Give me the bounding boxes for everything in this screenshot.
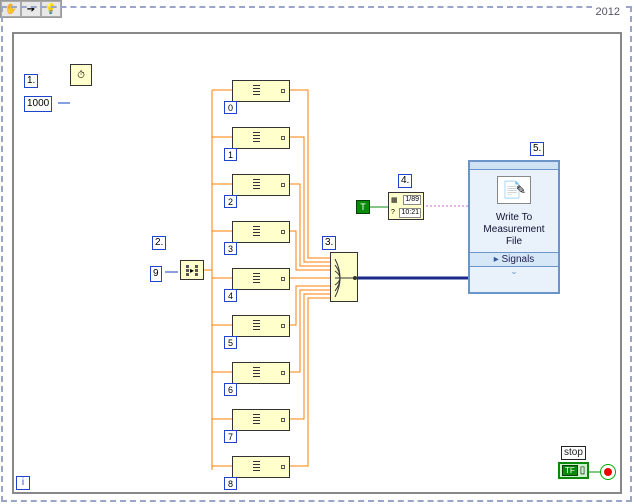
stop-label: stop: [561, 446, 586, 460]
output-terminal: [281, 371, 285, 375]
output-terminal: [281, 277, 285, 281]
index-4[interactable]: 4: [224, 289, 237, 302]
wait-ms-vi[interactable]: ⏱: [70, 64, 92, 86]
index-8[interactable]: 8: [224, 477, 237, 490]
write-file-icon: 📄✎: [497, 176, 531, 204]
output-terminal: [281, 136, 285, 140]
vi-header-bar: [470, 162, 558, 170]
q-icon: ?: [391, 209, 395, 216]
callout-5: 5.: [530, 142, 544, 156]
loop-iteration-terminal: i: [16, 476, 30, 490]
index-array-0[interactable]: [232, 80, 290, 102]
input-arrow-icon: ▸: [494, 254, 499, 265]
output-terminal: [281, 465, 285, 469]
stop-boolean-control[interactable]: TF ▯: [558, 462, 589, 479]
index-array-3[interactable]: [232, 221, 290, 243]
vi-title-line2: Measurement: [472, 224, 556, 236]
stop-tf-indicator: TF: [562, 465, 578, 476]
write-measurement-file-vi[interactable]: 📄✎ Write To Measurement File ▸ Signals ⌄: [468, 160, 560, 294]
callout-4: 4.: [398, 174, 412, 188]
wait-ms-constant[interactable]: 1000: [24, 96, 52, 112]
index-array-5[interactable]: [232, 315, 290, 337]
index-3[interactable]: 3: [224, 242, 237, 255]
build-array-vi[interactable]: ▸: [180, 260, 204, 280]
index-array-6[interactable]: [232, 362, 290, 384]
loop-stop-terminal[interactable]: [600, 464, 616, 480]
array-icon: [253, 132, 260, 142]
index-2[interactable]: 2: [224, 195, 237, 208]
array-icon: [253, 320, 260, 330]
clock-icon: ⏱: [77, 70, 85, 81]
index-array-2[interactable]: [232, 174, 290, 196]
merge-icon: [331, 253, 359, 303]
array-size-constant[interactable]: 9: [150, 266, 162, 282]
index-array-1[interactable]: [232, 127, 290, 149]
expand-chevron[interactable]: ⌄: [470, 267, 558, 275]
boolean-true-constant[interactable]: T: [356, 200, 370, 214]
index-5[interactable]: 5: [224, 336, 237, 349]
index-array-7[interactable]: [232, 409, 290, 431]
vi-title: Write To Measurement File: [470, 210, 558, 252]
switch-icon: ▯: [580, 465, 586, 476]
array-icon: [253, 85, 260, 95]
output-terminal: [281, 230, 285, 234]
vi-title-line1: Write To: [472, 212, 556, 224]
callout-2: 2.: [152, 236, 166, 250]
get-timestamp-vi[interactable]: ▦ 1/89 ? 10:21: [388, 192, 424, 220]
vi-title-line3: File: [472, 236, 556, 248]
index-0[interactable]: 0: [224, 101, 237, 114]
index-array-4[interactable]: [232, 268, 290, 290]
array-icon: [253, 367, 260, 377]
index-7[interactable]: 7: [224, 430, 237, 443]
array-icon: [253, 461, 260, 471]
index-array-8[interactable]: [232, 456, 290, 478]
output-terminal: [281, 89, 285, 93]
callout-3: 3.: [322, 236, 336, 250]
index-6[interactable]: 6: [224, 383, 237, 396]
signals-label: Signals: [502, 254, 535, 265]
array-icon: [253, 179, 260, 189]
year-label: 2012: [592, 6, 624, 18]
output-terminal: [281, 418, 285, 422]
callout-1: 1.: [24, 74, 38, 88]
array-icon: [253, 414, 260, 424]
merge-signals-vi[interactable]: [330, 252, 358, 302]
signals-input[interactable]: ▸ Signals: [470, 252, 558, 267]
arrow-icon: ▸: [190, 266, 194, 275]
array-icon: [253, 273, 260, 283]
output-terminal: [281, 324, 285, 328]
output-terminal: [281, 183, 285, 187]
date-field: 1/89: [403, 195, 421, 205]
time-field: 10:21: [399, 208, 421, 218]
array-icon: [253, 226, 260, 236]
index-1[interactable]: 1: [224, 148, 237, 161]
calendar-icon: ▦: [391, 196, 398, 204]
